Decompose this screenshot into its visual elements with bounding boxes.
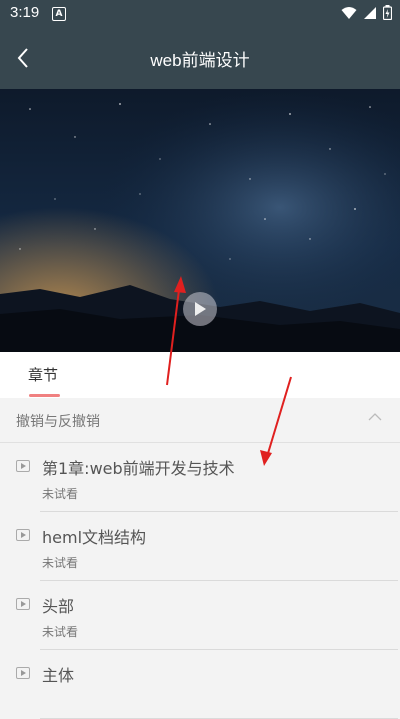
video-icon [16,667,30,679]
section-header[interactable]: 撤销与反撤销 [0,398,400,443]
status-time: 3:19 [10,4,40,21]
active-tab-indicator [29,394,60,397]
play-button[interactable] [183,292,217,326]
tab-bar: 章节 [0,352,400,398]
list-item[interactable]: 头部 未试看 [0,581,400,650]
chapter-list: 第1章:web前端开发与技术 未试看 heml文档结构 未试看 头部 未试看 主… [0,443,400,719]
video-icon [16,598,30,610]
chapter-title: 头部 [42,597,75,616]
section-title: 撤销与反撤销 [16,414,100,430]
chapter-title: heml文档结构 [42,528,147,547]
wifi-icon [341,6,357,19]
video-icon [16,529,30,541]
status-bar: 3:19 A [0,0,400,28]
signal-icon [364,6,376,19]
video-icon [16,460,30,472]
list-item[interactable]: 第1章:web前端开发与技术 未试看 [0,443,400,512]
chapter-status: 未试看 [42,556,79,570]
chapter-title: 主体 [42,666,75,685]
play-icon [195,302,206,316]
video-player[interactable] [0,89,400,352]
list-item[interactable]: 主体 [0,650,400,719]
chapter-title: 第1章:web前端开发与技术 [42,459,235,478]
battery-icon [383,5,392,20]
page-title: web前端设计 [150,51,250,70]
app-header: web前端设计 [0,28,400,89]
tab-chapters[interactable]: 章节 [28,364,58,385]
list-item[interactable]: heml文档结构 未试看 [0,512,400,581]
chapter-status: 未试看 [42,625,79,639]
chapter-status: 未试看 [42,487,79,501]
notification-icon: A [52,7,66,21]
status-icons [341,5,392,20]
chevron-up-icon[interactable] [368,412,382,422]
